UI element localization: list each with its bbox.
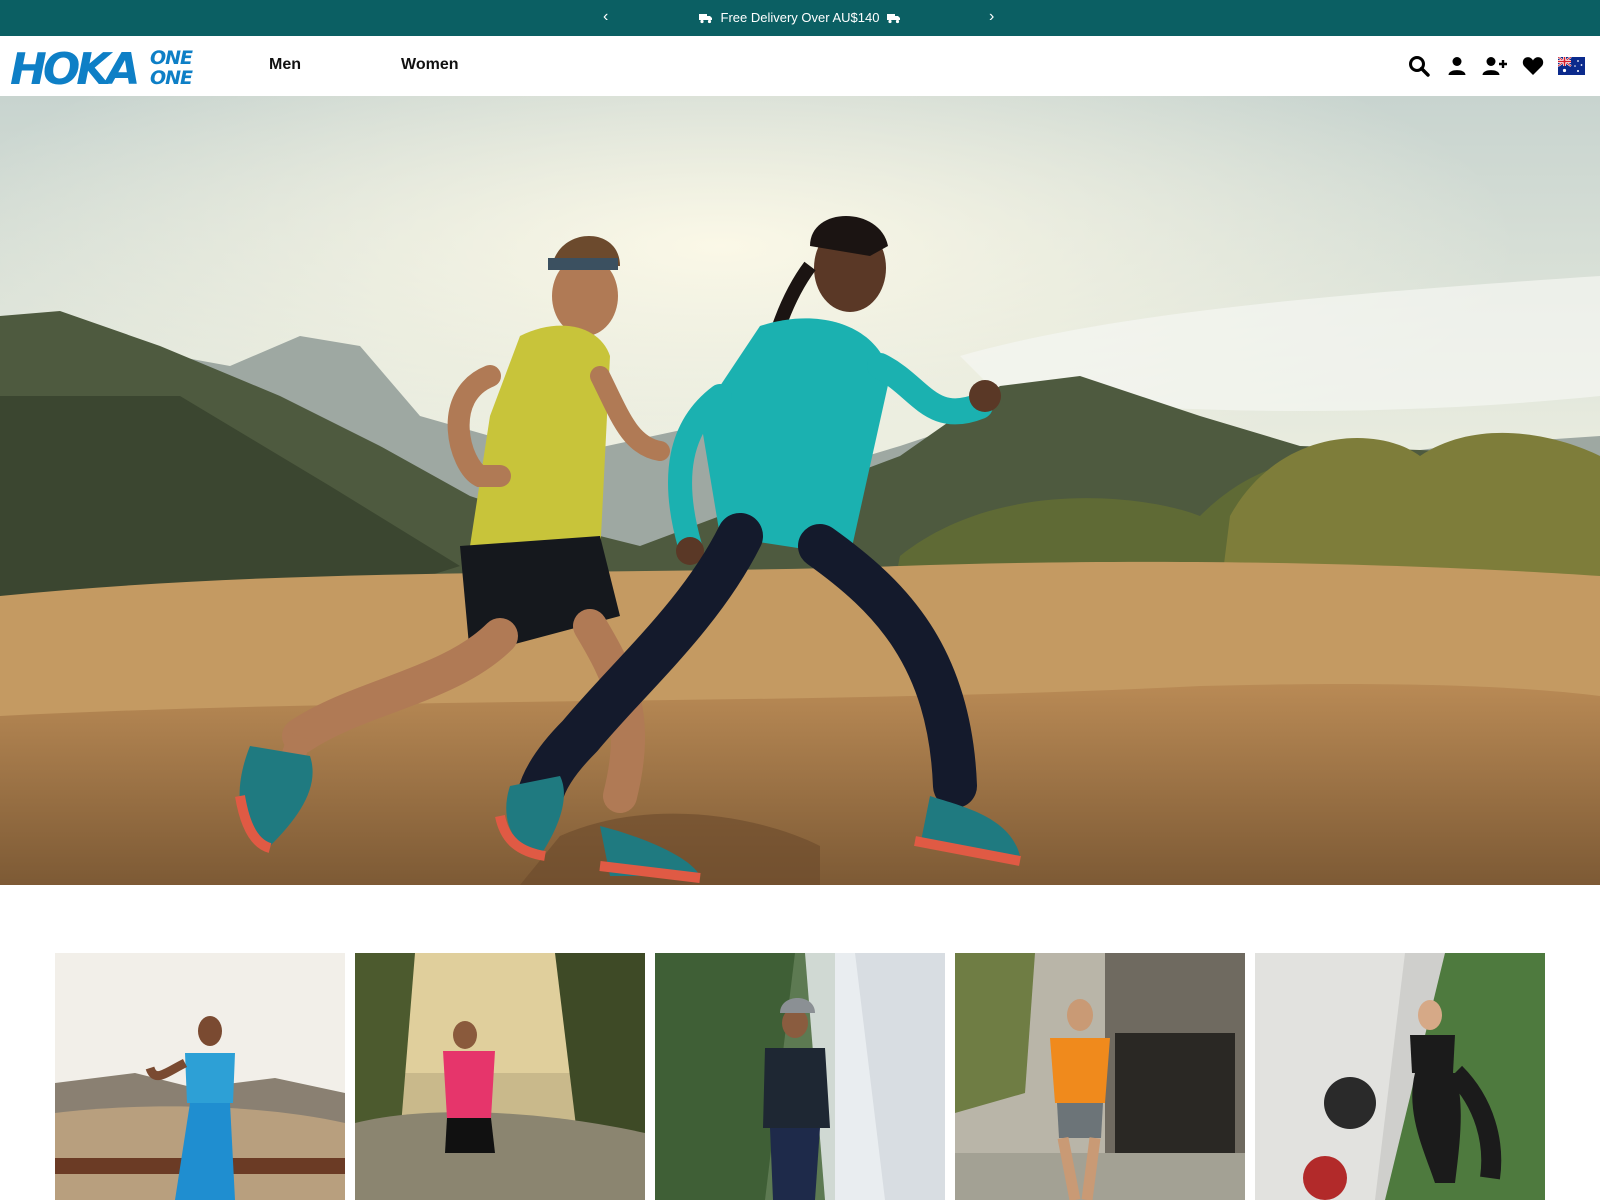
australia-flag-icon[interactable] — [1556, 51, 1586, 81]
category-tile-3[interactable] — [655, 953, 945, 1200]
runner-pink-tee-forest-image — [355, 953, 645, 1200]
account-icon[interactable] — [1442, 51, 1472, 81]
svg-text:ONE: ONE — [150, 67, 193, 89]
promo-message[interactable]: Free Delivery Over AU$140 — [721, 10, 880, 25]
wishlist-heart-icon[interactable] — [1518, 51, 1548, 81]
truck-icon — [698, 14, 712, 24]
header-icons — [1396, 51, 1586, 81]
hiker-waterfall-jacket-image — [655, 953, 945, 1200]
truck-icon — [887, 14, 901, 24]
hero-banner-image[interactable] — [0, 96, 1600, 885]
category-tile-4[interactable] — [955, 953, 1245, 1200]
category-tile-1[interactable] — [55, 953, 345, 1200]
category-tile-2[interactable] — [355, 953, 645, 1200]
hero-trail-runners-illustration — [0, 96, 1600, 885]
site-header: HOKA ONE ONE Men Women — [0, 36, 1600, 97]
category-tile-5[interactable] — [1255, 953, 1545, 1200]
promo-bar: ‹ Free Delivery Over AU$140 › — [0, 0, 1600, 36]
promo-message-row: Free Delivery Over AU$140 — [0, 10, 1600, 25]
svg-text:ONE: ONE — [150, 47, 193, 69]
runner-blue-sports-bra-image — [55, 953, 345, 1200]
add-user-icon[interactable] — [1480, 51, 1510, 81]
nav-men[interactable]: Men — [269, 56, 301, 74]
promo-next-arrow[interactable]: › — [989, 8, 994, 26]
hoka-one-one-logo[interactable]: HOKA ONE ONE — [10, 43, 202, 89]
svg-text:HOKA: HOKA — [10, 44, 137, 89]
woman-kettlebell-workout-image — [1255, 953, 1545, 1200]
man-orange-tee-street-image — [955, 953, 1245, 1200]
search-icon[interactable] — [1404, 51, 1434, 81]
nav-women[interactable]: Women — [401, 56, 458, 74]
